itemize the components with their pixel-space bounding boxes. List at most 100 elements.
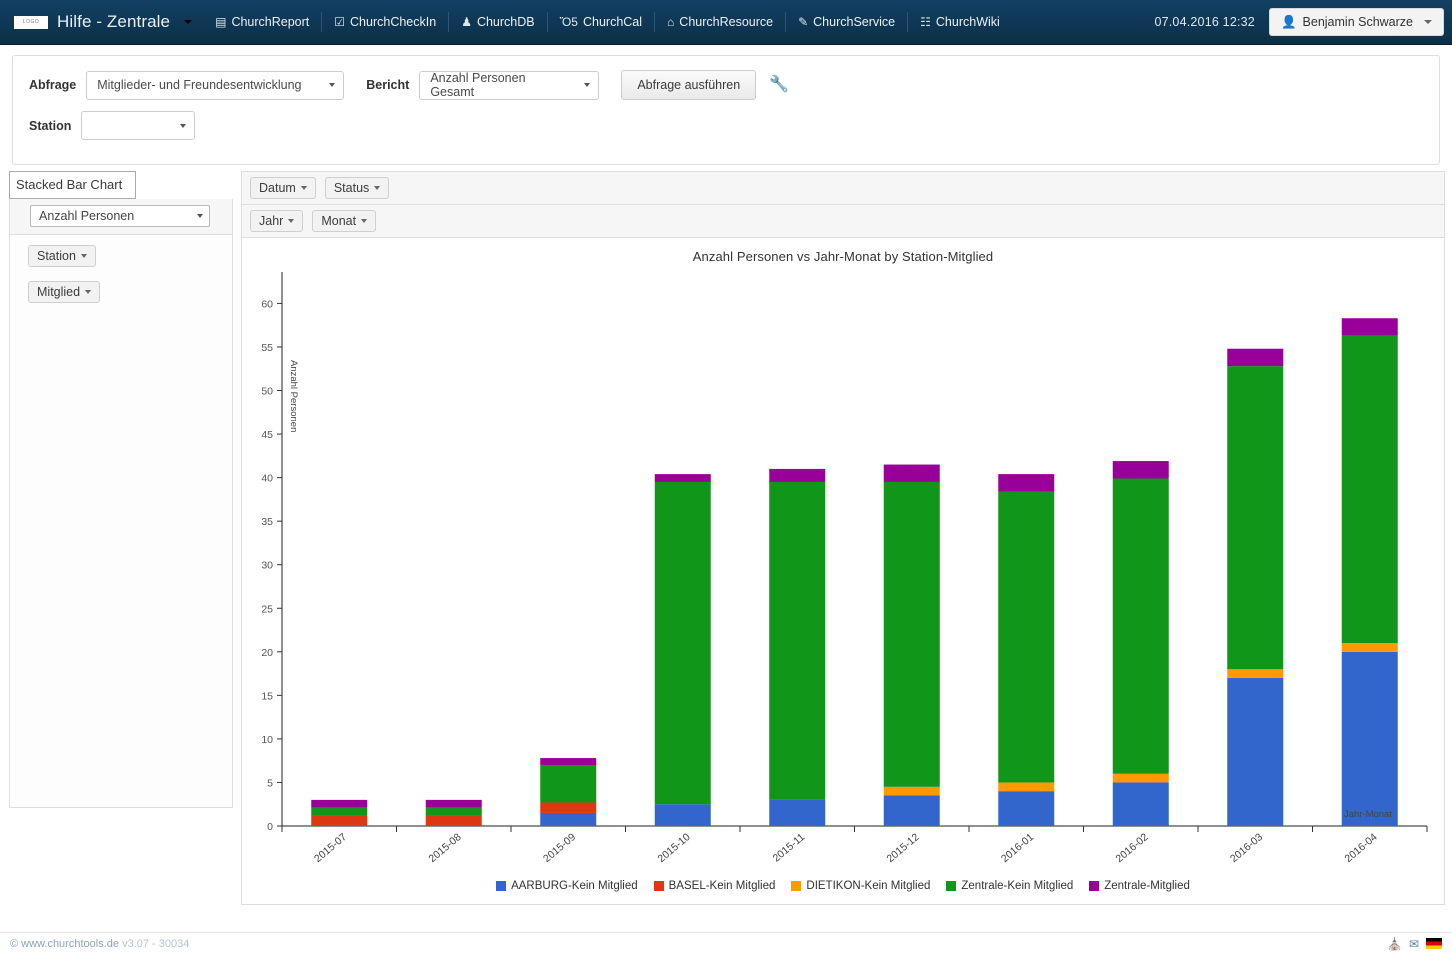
chart-panel: Datum Status Jahr Monat Anzahl Personen vs… xyxy=(241,171,1445,905)
bar-segment[interactable] xyxy=(311,799,368,808)
bar-segment[interactable] xyxy=(1227,366,1284,670)
bar-segment[interactable] xyxy=(654,474,711,482)
legend-label: Zentrale-Mitglied xyxy=(1104,880,1190,892)
german-flag-icon[interactable] xyxy=(1426,938,1442,949)
abfrage-value: Mitglieder- und Freundesentwicklung xyxy=(97,78,302,92)
bar-segment[interactable] xyxy=(425,815,482,826)
bar-segment[interactable] xyxy=(1341,335,1398,644)
dimension-pill-mitglied[interactable]: Mitglied xyxy=(28,281,101,303)
bar-segment[interactable] xyxy=(998,491,1055,783)
user-icon: 👤 xyxy=(1280,14,1297,29)
nav-link-churchresource[interactable]: ⌂ ChurchResource xyxy=(666,13,774,31)
chevron-down-icon xyxy=(584,83,591,87)
x-tick-label: 2016-04 xyxy=(1342,831,1379,865)
query-filter-panel: Abfrage Mitglieder- und Freundesentwickl… xyxy=(12,55,1440,165)
chart-type-selector[interactable]: Stacked Bar Chart xyxy=(16,177,129,192)
chart-type-row: Stacked Bar Chart xyxy=(9,171,137,199)
y-tick-label: 10 xyxy=(261,734,273,746)
bar-segment[interactable] xyxy=(1112,478,1169,774)
station-select[interactable] xyxy=(81,111,196,140)
legend-item[interactable]: BASEL-Kein Mitglied xyxy=(653,880,775,892)
bericht-select[interactable]: Anzahl Personen Gesamt xyxy=(419,70,600,100)
legend-swatch xyxy=(791,881,802,891)
nav-link-label: ChurchWiki xyxy=(935,15,1000,29)
bar-segment[interactable] xyxy=(1227,348,1284,367)
bar-segment[interactable] xyxy=(769,468,826,482)
legend-item[interactable]: AARBURG-Kein Mitglied xyxy=(496,880,638,892)
measure-row: Anzahl Personen xyxy=(9,199,233,235)
bar-segment[interactable] xyxy=(769,481,826,800)
nav-link-churchreport[interactable]: ▤ ChurchReport xyxy=(214,13,310,31)
bar-segment[interactable] xyxy=(883,464,940,482)
filter-pill-monat[interactable]: Monat xyxy=(312,210,377,232)
chevron-down-icon xyxy=(329,83,336,87)
y-axis-title: Anzahl Personen xyxy=(288,360,299,432)
y-tick-label: 55 xyxy=(261,342,273,354)
bar-segment[interactable] xyxy=(883,481,940,787)
dimension-pill-station[interactable]: Station xyxy=(28,245,96,267)
book-icon: ☷ xyxy=(920,15,931,29)
brand-title: Hilfe - Zentrale xyxy=(57,12,171,31)
bar-segment[interactable] xyxy=(1112,773,1169,783)
nav-link-churchwiki[interactable]: ☷ ChurchWiki xyxy=(919,13,1001,31)
bar-segment[interactable] xyxy=(998,782,1055,792)
bar-segment[interactable] xyxy=(1341,651,1398,826)
y-tick-label: 30 xyxy=(261,560,273,572)
x-tick-label: 2016-03 xyxy=(1228,831,1265,865)
run-query-button[interactable]: Abfrage ausführen xyxy=(621,70,757,100)
chevron-down-icon xyxy=(184,20,193,24)
legend-swatch xyxy=(946,881,957,891)
bar-segment[interactable] xyxy=(311,815,368,826)
bar-segment[interactable] xyxy=(883,795,940,826)
bar-segment[interactable] xyxy=(1341,643,1398,652)
filter-pill-jahr[interactable]: Jahr xyxy=(250,210,304,232)
filter-pill-datum[interactable]: Datum xyxy=(250,177,316,199)
bar-segment[interactable] xyxy=(311,807,368,816)
x-axis-title: Jahr-Monat xyxy=(1344,809,1392,820)
bar-segment[interactable] xyxy=(1341,318,1398,336)
top-right-area: 07.04.2016 12:32 👤 Benjamin Schwarze xyxy=(1154,8,1444,36)
church-icon[interactable]: ⛪ xyxy=(1387,937,1402,951)
bar-segment[interactable] xyxy=(654,481,711,805)
chart-legend: AARBURG-Kein Mitglied BASEL-Kein Mitglied… xyxy=(242,880,1444,892)
bar-segment[interactable] xyxy=(998,791,1055,826)
brand-menu[interactable]: LOGO Hilfe - Zentrale xyxy=(14,12,193,32)
legend-item[interactable]: Zentrale-Mitglied xyxy=(1089,880,1190,892)
bar-segment[interactable] xyxy=(1112,461,1169,479)
bar-segment[interactable] xyxy=(998,474,1055,492)
user-menu-button[interactable]: 👤 Benjamin Schwarze xyxy=(1268,8,1444,36)
footer: © www.churchtools.de v3.07 - 30034 ⛪ ✉ xyxy=(0,932,1452,954)
legend-swatch xyxy=(653,881,664,891)
bar-segment[interactable] xyxy=(654,804,711,826)
filter-pill-status[interactable]: Status xyxy=(324,177,390,199)
bar-segment[interactable] xyxy=(1112,782,1169,826)
bar-segment[interactable] xyxy=(540,758,597,766)
x-tick-label: 2015-10 xyxy=(655,831,692,865)
abfrage-select[interactable]: Mitglieder- und Freundesentwicklung xyxy=(86,70,345,100)
calendar-icon: Ὄ5 xyxy=(559,15,578,29)
bar-segment[interactable] xyxy=(540,802,597,813)
bar-segment[interactable] xyxy=(883,786,940,796)
chevron-down-icon xyxy=(300,186,307,190)
legend-item[interactable]: DIETIKON-Kein Mitglied xyxy=(791,880,930,892)
bar-segment[interactable] xyxy=(540,765,597,803)
bar-segment[interactable] xyxy=(1227,677,1284,826)
bar-segment[interactable] xyxy=(540,812,597,826)
nav-link-churchcheckin[interactable]: ☑ ChurchCheckIn xyxy=(333,13,437,31)
bar-segment[interactable] xyxy=(425,799,482,808)
bar-segment[interactable] xyxy=(425,807,482,816)
legend-item[interactable]: Zentrale-Kein Mitglied xyxy=(946,880,1073,892)
logo: LOGO xyxy=(14,15,48,29)
filter-pill-label: Datum xyxy=(259,181,296,195)
chevron-down-icon xyxy=(361,219,368,223)
bar-segment[interactable] xyxy=(769,799,826,826)
wrench-icon[interactable]: 🔧 xyxy=(769,77,789,93)
chevron-down-icon xyxy=(180,123,187,128)
nav-link-churchservice[interactable]: ✎ ChurchService xyxy=(797,13,896,31)
bar-segment[interactable] xyxy=(1227,669,1284,678)
envelope-icon[interactable]: ✉ xyxy=(1409,937,1419,951)
nav-link-churchdb[interactable]: ♟ ChurchDB xyxy=(460,13,535,31)
measure-select[interactable]: Anzahl Personen xyxy=(30,205,210,227)
copyright-text[interactable]: © www.churchtools.de xyxy=(10,938,119,950)
nav-link-churchcal[interactable]: Ὄ5 ChurchCal xyxy=(559,13,643,31)
